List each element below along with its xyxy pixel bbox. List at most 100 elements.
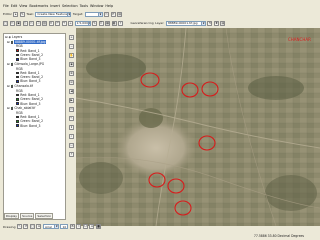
link-table-icon[interactable]: ▤ xyxy=(220,20,226,26)
band-color-swatch xyxy=(16,102,20,105)
map-annotation-text: CHANCHAR xyxy=(288,37,311,42)
menu-view[interactable]: View xyxy=(19,4,27,8)
menu-bar: File Edit View Bookmarks Insert Selectio… xyxy=(3,3,113,9)
forward-extent-icon[interactable]: ▶ xyxy=(69,98,74,103)
attributes-icon[interactable]: ▤ xyxy=(117,11,123,17)
collapse-icon[interactable]: ⊟ xyxy=(7,62,10,66)
collapse-icon[interactable]: ⊟ xyxy=(5,35,8,39)
rotate-icon[interactable]: ⟲ xyxy=(207,20,213,26)
redo-icon[interactable]: ↷ xyxy=(61,20,67,26)
hyperlink-icon[interactable]: ⚡ xyxy=(69,152,74,157)
print-icon[interactable]: ⎙ xyxy=(22,20,28,26)
menu-insert[interactable]: Insert xyxy=(50,4,60,8)
menu-edit[interactable]: Edit xyxy=(11,4,18,8)
add-data-icon[interactable]: + xyxy=(68,20,73,26)
new-doc-icon[interactable]: □ xyxy=(3,20,8,26)
arcmap-window: File Edit View Bookmarks Insert Selectio… xyxy=(0,0,320,240)
bold-icon[interactable]: B xyxy=(69,224,75,229)
collapse-icon[interactable]: ⊟ xyxy=(7,106,10,110)
layer-visibility-checkbox[interactable]: ✓ xyxy=(10,85,14,88)
map-display[interactable]: CHANCHAR xyxy=(76,28,320,226)
band-row: Blue: Band_3 xyxy=(16,57,41,61)
pan-icon[interactable]: ✋ xyxy=(69,53,74,58)
edit-tool-icon[interactable]: ▸ xyxy=(13,11,19,17)
copy-icon[interactable]: ❐ xyxy=(35,20,41,26)
full-extent-icon[interactable]: ◉ xyxy=(69,62,74,67)
layer-visibility-checkbox[interactable]: ✓ xyxy=(10,107,14,110)
menu-tools[interactable]: Tools xyxy=(80,4,88,8)
measure-icon[interactable]: ⇿ xyxy=(69,143,74,148)
rotate-icon[interactable]: ⟳ xyxy=(23,224,29,229)
sketch-tool-icon[interactable]: ✎ xyxy=(19,11,25,17)
italic-icon[interactable]: I xyxy=(76,224,82,229)
satellite-image: CHANCHAR xyxy=(76,28,320,226)
rotate-tool-icon[interactable]: ⟳ xyxy=(110,11,116,17)
layer-combo[interactable]: 88889-00001.tif.jpg ▼ xyxy=(165,20,206,26)
font-combo[interactable]: Arial ▼ xyxy=(42,224,59,229)
help-icon[interactable]: ? xyxy=(118,20,123,26)
split-tool-icon[interactable]: ✂ xyxy=(104,11,110,17)
menu-file[interactable]: File xyxy=(3,4,9,8)
cut-icon[interactable]: ✂ xyxy=(29,20,34,26)
layer-combo-value: 88889-00001.tif.jpg xyxy=(167,21,198,25)
rectangle-icon[interactable]: □ xyxy=(29,224,35,229)
zoom-in-icon[interactable]: + xyxy=(69,35,74,40)
tab-display[interactable]: Display xyxy=(4,212,20,220)
scale-combo[interactable]: 1:5,000 ▼ xyxy=(74,20,91,26)
add-control-points-icon[interactable]: ✚ xyxy=(213,20,219,26)
tab-selection[interactable]: Selection xyxy=(35,212,54,220)
layer-visibility-checkbox[interactable]: ✓ xyxy=(10,62,14,66)
collapse-icon[interactable]: ⊟ xyxy=(7,84,10,88)
save-icon[interactable]: ▣ xyxy=(16,20,21,26)
text-icon[interactable]: A xyxy=(36,224,42,229)
band-color-swatch xyxy=(16,49,20,53)
menu-help[interactable]: Help xyxy=(105,4,113,8)
menu-window[interactable]: Window xyxy=(90,4,103,8)
select-elements-icon[interactable]: ↖ xyxy=(69,116,74,121)
layer-label: Layer: xyxy=(155,21,165,25)
target-label: Target: xyxy=(72,12,84,16)
tab-source[interactable]: Source xyxy=(20,212,35,220)
task-combo-value: Create New Feature xyxy=(37,12,68,16)
band-color-swatch xyxy=(16,120,20,123)
layer-visibility-checkbox[interactable]: ✓ xyxy=(10,40,14,44)
status-bar: 77.5886 33.80 Decimal Degrees xyxy=(0,231,320,240)
back-extent-icon[interactable]: ◀ xyxy=(69,89,74,94)
catalog-icon[interactable]: ▦ xyxy=(105,20,110,26)
toc-layer[interactable]: ⊟ ✓ Giimsala_Large.JPG xyxy=(7,62,44,66)
drawing-toolbar: Drawing ↖ ⟳ □ A Arial ▼ 10 B I U A ▆ xyxy=(0,222,320,231)
editor-menu[interactable]: Editor xyxy=(3,12,12,16)
open-icon[interactable]: ▭ xyxy=(9,20,15,26)
menu-bookmarks[interactable]: Bookmarks xyxy=(29,4,48,8)
menu-selection[interactable]: Selection xyxy=(62,4,78,8)
band-color-swatch xyxy=(16,115,20,119)
size-combo[interactable]: 10 xyxy=(60,224,69,229)
select-features-icon[interactable]: ▭ xyxy=(69,107,74,112)
font-color-icon[interactable]: A xyxy=(89,224,95,229)
toc-root[interactable]: ⊟ ◈ Layers xyxy=(5,35,22,39)
collapse-icon[interactable]: ⊟ xyxy=(7,40,10,44)
underline-icon[interactable]: U xyxy=(82,224,88,229)
fixed-zoom-in-icon[interactable]: ⊕ xyxy=(69,71,74,76)
editor-toolbar-icon[interactable]: ✎ xyxy=(92,20,97,26)
band-row: Blue: Band_3 xyxy=(16,101,41,106)
drawing-menu[interactable]: Drawing xyxy=(3,225,15,229)
identify-icon[interactable]: ℹ xyxy=(69,125,74,130)
target-combo[interactable]: ▼ xyxy=(84,11,103,17)
toolbox-icon[interactable]: ▩ xyxy=(111,20,117,26)
paste-icon[interactable]: ▧ xyxy=(42,20,47,26)
toc-icon[interactable]: ☰ xyxy=(98,20,104,26)
fill-color-icon[interactable]: ▆ xyxy=(95,224,101,229)
select-elements-icon[interactable]: ↖ xyxy=(16,224,22,229)
fixed-zoom-out-icon[interactable]: ⊖ xyxy=(69,80,74,85)
toc-layer[interactable]: ⊟ ✓ 88889-00001.tif.jpg xyxy=(7,40,47,45)
band-color-swatch xyxy=(16,124,20,127)
undo-icon[interactable]: ↶ xyxy=(55,20,60,26)
delete-icon[interactable]: ✕ xyxy=(48,20,54,26)
find-icon[interactable]: ⌕ xyxy=(69,134,74,139)
georeferencing-menu[interactable]: Georeferencing xyxy=(131,21,154,25)
task-combo[interactable]: Create New Feature ▼ xyxy=(35,11,72,17)
zoom-out-icon[interactable]: − xyxy=(69,44,74,49)
chevron-down-icon: ▼ xyxy=(98,12,102,16)
toc-tabs: Display Source Selection xyxy=(3,212,66,220)
